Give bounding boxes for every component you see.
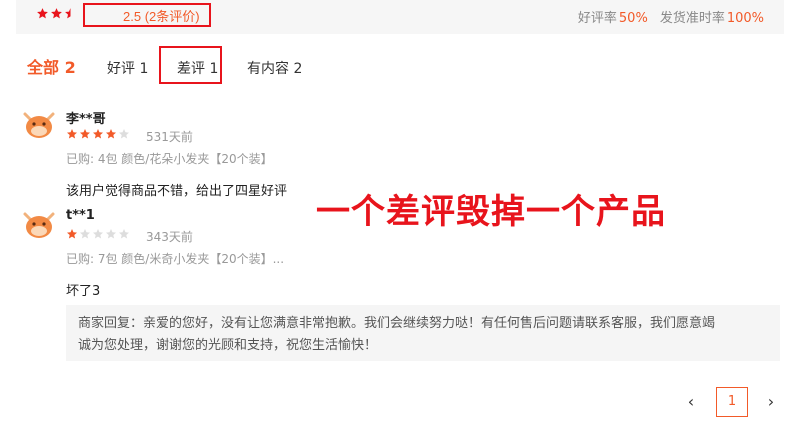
user-avatar-icon [23, 212, 55, 238]
star-icon [51, 8, 62, 19]
ship-rate: 发货准时率 100% [659, 11, 764, 26]
summary-star-rating [36, 7, 77, 20]
good-rate: 好评率 50% [577, 11, 648, 26]
page-number-button[interactable]: 1 [716, 387, 748, 417]
purchase-spec: 已购: 4包 颜色/花朵小发夹【20个装】 [66, 152, 273, 166]
chevron-left-icon[interactable]: ‹ [681, 392, 701, 412]
star-icon [93, 129, 103, 139]
tab-with-content[interactable]: 有内容 2 [247, 58, 302, 78]
star-icon [65, 8, 71, 19]
summary-rates: 好评率 50% 发货准时率 100% [578, 7, 764, 26]
bad-tab-highlight-box [159, 46, 222, 84]
star-icon [37, 8, 48, 19]
star-icon [67, 229, 77, 239]
tab-all[interactable]: 全部 2 [27, 54, 76, 78]
star-icon [119, 229, 129, 239]
reviewer-name: t**1 [66, 208, 95, 223]
review-time: 531天前 [146, 130, 193, 144]
review-time: 343天前 [146, 230, 193, 244]
star-icon [119, 129, 129, 139]
review-star-rating [66, 228, 130, 240]
star-icon [93, 229, 103, 239]
merchant-reply-line: 诚为您处理，谢谢您的光顾和支持，祝您生活愉快！ [78, 338, 378, 353]
chevron-right-icon[interactable]: › [761, 392, 781, 412]
review-text: 坏了3 [66, 284, 101, 299]
tab-good[interactable]: 好评 1 [107, 58, 148, 78]
user-avatar-icon [23, 112, 55, 138]
star-icon [106, 129, 116, 139]
purchase-spec: 已购: 7包 颜色/米奇小发夹【20个装】... [66, 252, 285, 266]
star-icon [80, 129, 90, 139]
merchant-reply: 商家回复：亲爱的您好，没有让您满意非常抱歉。我们会继续努力哒！有任何售后问题请联… [66, 305, 780, 361]
reviewer-name: 李**哥 [66, 112, 106, 127]
review-text: 该用户觉得商品不错，给出了四星好评 [66, 184, 288, 199]
star-icon [106, 229, 116, 239]
merchant-reply-line: 商家回复：亲爱的您好，没有让您满意非常抱歉。我们会继续努力哒！有任何售后问题请联… [78, 316, 716, 331]
star-icon [67, 129, 77, 139]
overlay-caption: 一个差评毁掉一个产品 [316, 192, 666, 232]
star-icon [80, 229, 90, 239]
summary-highlight-box [83, 3, 211, 27]
review-star-rating [66, 128, 130, 140]
